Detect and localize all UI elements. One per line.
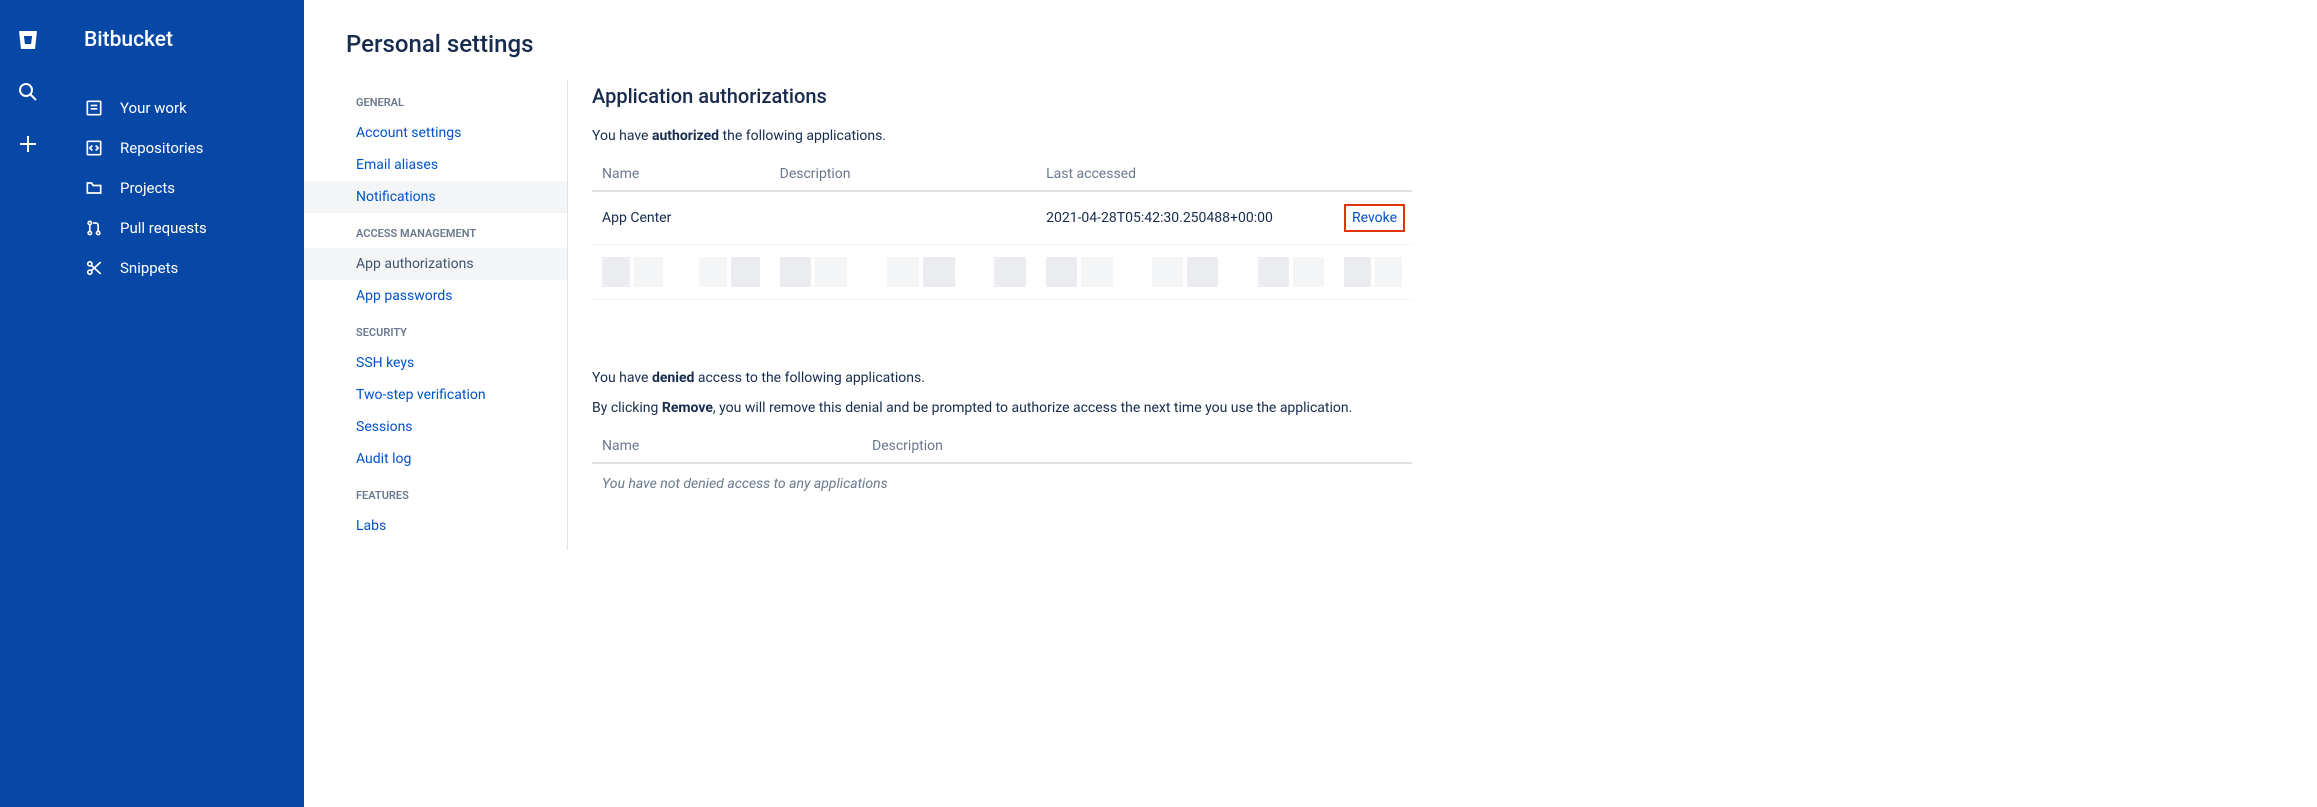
nav-label: Snippets [120, 259, 178, 277]
page-title: Personal settings [304, 18, 568, 82]
group-heading-access: ACCESS MANAGEMENT [304, 213, 568, 248]
product-sidebar: Bitbucket Your work Repositories Project… [56, 0, 304, 807]
text: the following applications. [719, 128, 886, 144]
empty-message: You have not denied access to any applic… [592, 463, 1412, 504]
redacted-block [1046, 257, 1324, 287]
col-action [1334, 158, 1412, 191]
nav-label: Projects [120, 179, 175, 197]
authorized-intro: You have authorized the following applic… [592, 128, 2317, 144]
text: access to the following applications. [694, 370, 925, 386]
link-audit-log[interactable]: Audit log [304, 443, 568, 475]
authorized-apps-table: Name Description Last accessed App Cente… [592, 158, 1412, 300]
table-row: App Center 2021-04-28T05:42:30.250488+00… [592, 191, 1412, 245]
link-email-aliases[interactable]: Email aliases [304, 149, 568, 181]
code-icon [84, 138, 104, 158]
empty-row: You have not denied access to any applic… [592, 463, 1412, 504]
link-app-authorizations[interactable]: App authorizations [304, 248, 568, 280]
col-name: Name [592, 430, 862, 463]
cell-last-accessed: 2021-04-28T05:42:30.250488+00:00 [1036, 191, 1334, 245]
col-last-accessed: Last accessed [1036, 158, 1334, 191]
denied-intro: You have denied access to the following … [592, 370, 2317, 386]
nav-pull-requests[interactable]: Pull requests [56, 208, 304, 248]
table-header-row: Name Description [592, 430, 1412, 463]
remove-intro: By clicking Remove, you will remove this… [592, 400, 2317, 416]
folder-icon [84, 178, 104, 198]
search-icon[interactable] [16, 80, 40, 104]
cell-name: App Center [592, 191, 770, 245]
cell-description [770, 191, 1036, 245]
col-description: Description [862, 430, 1412, 463]
nav-label: Pull requests [120, 219, 207, 237]
col-name: Name [592, 158, 770, 191]
denied-apps-table: Name Description You have not denied acc… [592, 430, 1412, 504]
settings-sidebar: Personal settings GENERAL Account settin… [304, 0, 568, 807]
text: You have [592, 128, 652, 144]
redacted-block [1344, 257, 1402, 287]
nav-label: Your work [120, 99, 187, 117]
global-icon-rail [0, 0, 56, 807]
text: , you will remove this denial and be pro… [713, 400, 1352, 416]
revoke-button[interactable]: Revoke [1344, 204, 1405, 232]
logo-icon[interactable] [16, 28, 40, 52]
create-icon[interactable] [16, 132, 40, 156]
nav-projects[interactable]: Projects [56, 168, 304, 208]
link-two-step[interactable]: Two-step verification [304, 379, 568, 411]
product-name: Bitbucket [56, 28, 304, 52]
link-sessions[interactable]: Sessions [304, 411, 568, 443]
link-account-settings[interactable]: Account settings [304, 117, 568, 149]
board-icon [84, 98, 104, 118]
redacted-block [602, 257, 760, 287]
scissors-icon [84, 258, 104, 278]
pullrequest-icon [84, 218, 104, 238]
nav-label: Repositories [120, 139, 203, 157]
text: By clicking [592, 400, 662, 416]
table-header-row: Name Description Last accessed [592, 158, 1412, 191]
link-notifications[interactable]: Notifications [304, 181, 568, 213]
group-heading-features: FEATURES [304, 475, 568, 510]
nav-repositories[interactable]: Repositories [56, 128, 304, 168]
text-strong: denied [652, 370, 694, 386]
global-nav-list: Your work Repositories Projects Pull req… [56, 88, 304, 288]
link-labs[interactable]: Labs [304, 510, 568, 542]
main-content: Application authorizations You have auth… [568, 0, 2317, 807]
text-strong: authorized [652, 128, 719, 144]
link-ssh-keys[interactable]: SSH keys [304, 347, 568, 379]
nav-your-work[interactable]: Your work [56, 88, 304, 128]
link-app-passwords[interactable]: App passwords [304, 280, 568, 312]
text: You have [592, 370, 652, 386]
group-heading-general: GENERAL [304, 82, 568, 117]
group-heading-security: SECURITY [304, 312, 568, 347]
section-title: Application authorizations [592, 84, 2317, 108]
nav-snippets[interactable]: Snippets [56, 248, 304, 288]
text-strong: Remove [662, 400, 713, 416]
redacted-block [780, 257, 1026, 287]
redacted-row [592, 245, 1412, 300]
cell-action: Revoke [1334, 191, 1412, 245]
col-description: Description [770, 158, 1036, 191]
